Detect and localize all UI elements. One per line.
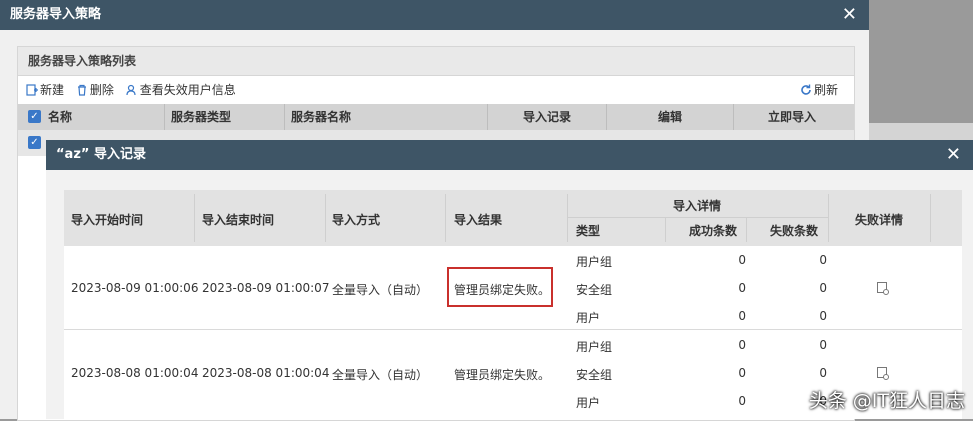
header-divider [194,194,195,242]
dialog-title-bar: 服务器导入策略 ✕ [0,0,869,30]
detail-success-count: 0 [738,366,746,380]
col-edit[interactable]: 编辑 [606,104,733,130]
detail-type: 用户 [576,396,601,410]
row-start-time: 2023-08-09 01:00:06 [71,281,199,295]
refresh-label: 刷新 [813,83,838,97]
row-end-time: 2023-08-08 01:00:04 [202,366,330,380]
row-import-result: 管理员绑定失败。 [454,368,551,382]
detail-fail-count: 0 [819,253,827,267]
import-records-table: 导入开始时间 导入结束时间 导入方式 导入结果 导入详情 类型 成功条数 失败条… [64,190,962,419]
detail-success-count: 0 [738,253,746,267]
refresh-icon [801,84,811,95]
trash-icon [77,84,86,96]
close-icon[interactable]: ✕ [946,140,961,170]
header-divider [930,194,931,242]
col-name[interactable]: 名称 [42,104,164,130]
dialog-title: “az” 导入记录 [56,147,146,162]
header-divider [568,217,828,218]
view-detail-icon[interactable] [877,367,889,380]
header-end-time: 导入结束时间 [202,213,275,227]
header-import-result: 导入结果 [454,213,503,227]
policy-table-header: ✓ 名称 服务器类型 服务器名称 导入记录 编辑 立即导入 [18,104,854,130]
row-import-mode: 全量导入（自动） [332,368,429,382]
dialog-title-bar: “az” 导入记录 ✕ [46,140,973,170]
header-fail-count: 失败条数 [770,224,819,238]
new-button[interactable]: 新建 [26,76,64,104]
watermark: 头条 @IT狂人日志 [808,390,965,412]
detail-success-count: 0 [738,281,746,295]
detail-fail-count: 0 [819,281,827,295]
col-import-now[interactable]: 立即导入 [733,104,850,130]
view-invalid-users-button[interactable]: 查看失效用户信息 [126,76,236,104]
panel-title: 服务器导入策略列表 [18,47,854,76]
detail-fail-count: 0 [819,338,827,352]
detail-success-count: 0 [738,309,746,323]
dialog-title: 服务器导入策略 [10,7,102,22]
detail-success-count: 0 [738,338,746,352]
row-start-time: 2023-08-08 01:00:04 [71,366,199,380]
col-import-records[interactable]: 导入记录 [487,104,606,130]
delete-button[interactable]: 删除 [76,76,114,104]
refresh-button[interactable]: 刷新 [800,76,838,104]
detail-type: 用户 [576,311,601,325]
header-success-count: 成功条数 [689,224,738,238]
header-divider [325,194,326,242]
close-icon[interactable]: ✕ [842,0,857,30]
header-import-detail: 导入详情 [673,199,722,213]
row-import-mode: 全量导入（自动） [332,283,429,297]
toolbar: 新建 删除 查看失效用户信息 刷新 [18,76,854,104]
header-import-mode: 导入方式 [332,213,381,227]
header-start-time: 导入开始时间 [71,213,144,227]
header-divider [567,194,568,242]
user-search-icon [126,84,136,96]
detail-fail-count: 0 [819,366,827,380]
header-divider [445,194,446,242]
detail-type: 用户组 [576,340,613,354]
import-records-dialog: “az” 导入记录 ✕ 导入开始时间 导入结束时间 导入方式 导入结果 导入详情… [46,140,973,419]
new-label: 新建 [40,83,65,97]
detail-success-count: 0 [738,394,746,408]
header-fail-detail: 失败详情 [855,213,904,227]
header-divider [665,218,666,242]
view-invalid-label: 查看失效用户信息 [139,83,236,97]
col-server-type[interactable]: 服务器类型 [164,104,285,130]
detail-type: 安全组 [576,283,613,297]
detail-type: 用户组 [576,255,613,269]
header-divider [828,194,829,242]
delete-label: 删除 [89,83,114,97]
row-end-time: 2023-08-09 01:00:07 [202,281,330,295]
new-icon [26,84,38,96]
detail-type: 安全组 [576,368,613,382]
header-type: 类型 [576,224,601,238]
header-divider [746,218,747,242]
detail-fail-count: 0 [819,309,827,323]
select-all-checkbox[interactable]: ✓ [28,110,41,123]
highlight-box [447,267,553,307]
row-divider [64,329,962,330]
row-checkbox[interactable]: ✓ [28,136,41,149]
col-server-name[interactable]: 服务器名称 [284,104,481,130]
view-detail-icon[interactable] [877,282,889,295]
